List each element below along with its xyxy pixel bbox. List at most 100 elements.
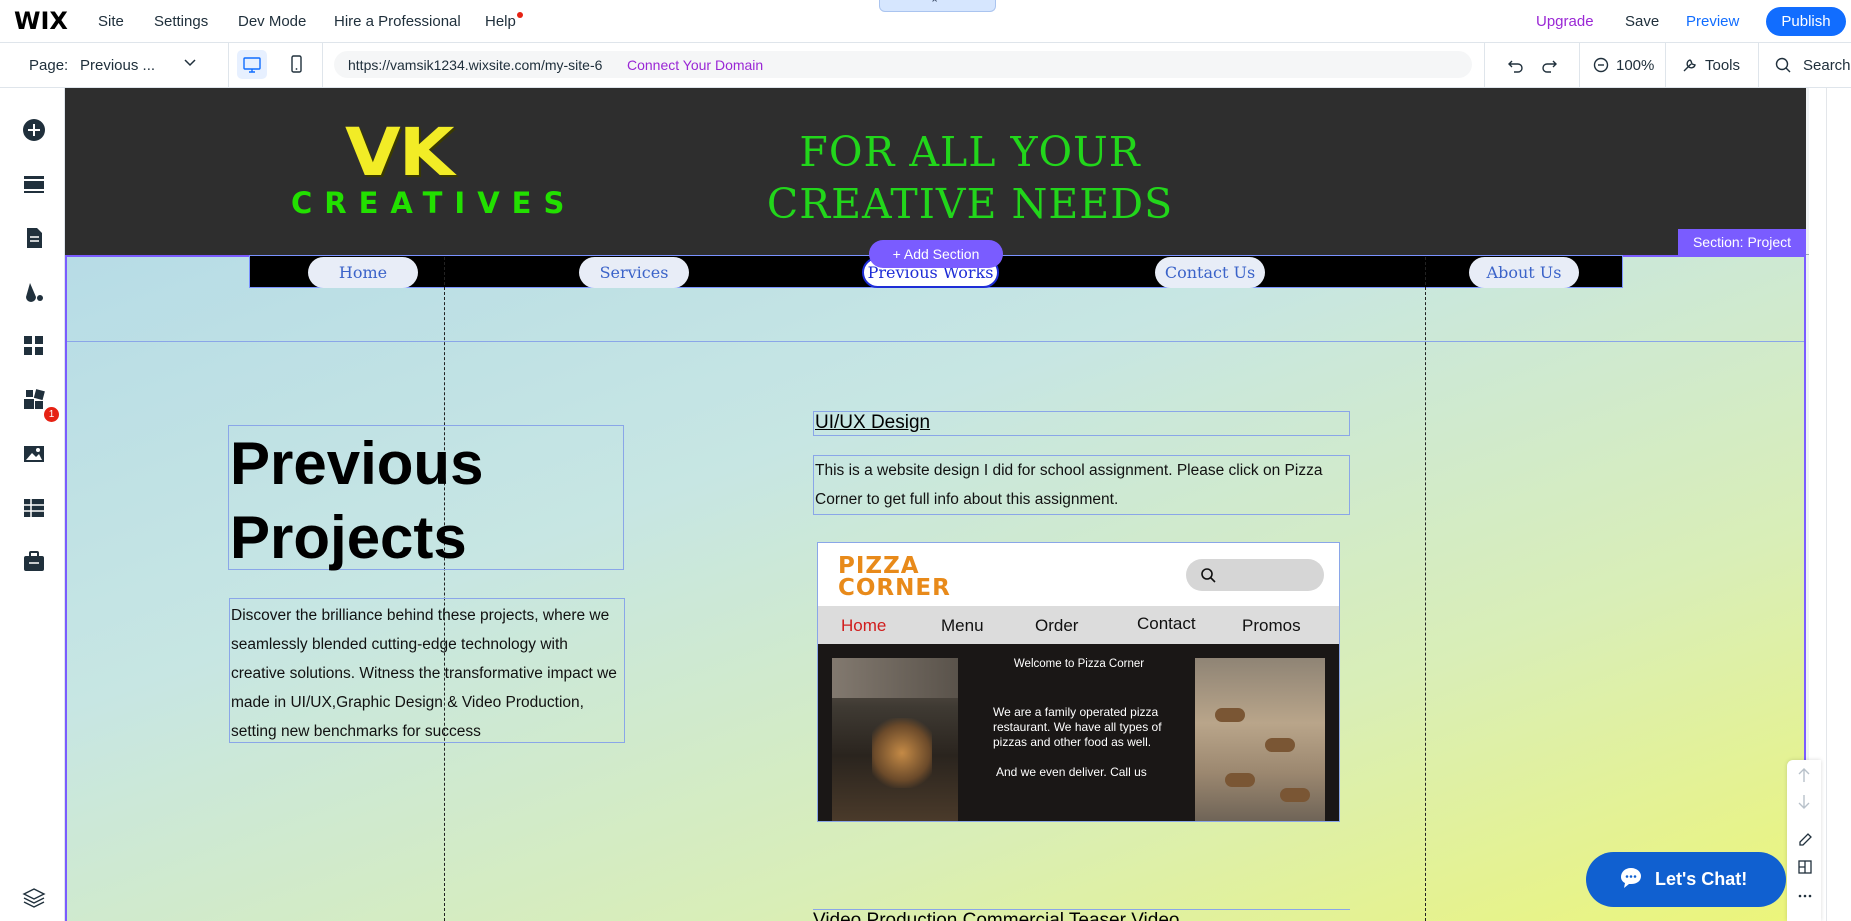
media-icon[interactable] (20, 440, 48, 468)
layout-guide-right (1425, 257, 1426, 921)
pages-icon[interactable] (20, 224, 48, 252)
divider (322, 43, 323, 87)
wix-logo[interactable]: WIX (14, 7, 68, 35)
chevron-up-icon: ⌃ (930, 0, 940, 10)
mockup-welcome-text: Welcome to Pizza Corner (1013, 658, 1145, 670)
publish-button[interactable]: Publish (1766, 7, 1846, 36)
layout-guide-horizontal (67, 341, 1804, 342)
cms-icon[interactable] (20, 494, 48, 522)
desktop-icon (243, 57, 261, 73)
canvas-scrollbar[interactable] (1826, 88, 1827, 921)
layers-icon[interactable] (20, 884, 48, 912)
add-elements-icon[interactable] (20, 116, 48, 144)
section-quick-tools (1787, 760, 1821, 921)
restaurant-exterior-photo (832, 658, 958, 821)
chevron-down-icon[interactable] (183, 55, 197, 72)
mockup-nav-contact: Contact (1137, 614, 1196, 633)
sections-icon[interactable] (20, 170, 48, 198)
business-tools-icon[interactable] (20, 386, 48, 414)
site-nav-contact-us[interactable]: Contact Us (1155, 257, 1265, 288)
help-notification-dot (517, 12, 523, 18)
mockup-search-bar (1186, 559, 1324, 591)
mockup-nav-promos: Promos (1242, 616, 1301, 635)
page-selector[interactable]: Previous ... (80, 57, 155, 74)
previous-projects-heading[interactable]: Previous Projects (228, 425, 624, 571)
divider (1758, 43, 1759, 87)
uiux-design-title[interactable]: UI/UX Design (813, 411, 1350, 436)
mockup-navigation: Home Menu Order Contact Promos (818, 606, 1339, 644)
heading-line-2: Projects (230, 504, 467, 571)
tools-button[interactable]: Tools (1705, 57, 1740, 74)
left-tool-rail: 1 (0, 88, 65, 921)
tagline-line-2: CREATIVE NEEDS (766, 180, 1174, 228)
mobile-view-button[interactable] (281, 50, 311, 79)
desktop-view-button[interactable] (237, 50, 267, 79)
menu-dev-mode[interactable]: Dev Mode (238, 13, 306, 30)
chat-label: Let's Chat! (1655, 869, 1748, 889)
site-nav-home[interactable]: Home (308, 257, 418, 288)
video-production-title[interactable]: Video Production Commercial Teaser Video (813, 909, 1350, 921)
save-button[interactable]: Save (1625, 13, 1659, 30)
connect-domain-link[interactable]: Connect Your Domain (627, 57, 763, 73)
pizza-corner-logo: PIZZA CORNER (838, 553, 951, 600)
heading-line-1: Previous (230, 430, 484, 497)
pizza-logo-line-1: PIZZA (838, 553, 920, 579)
zoom-out-icon[interactable] (1591, 51, 1611, 79)
layout-icon[interactable] (1797, 859, 1813, 879)
undo-icon[interactable] (1506, 51, 1526, 79)
mockup-nav-menu: Menu (941, 616, 984, 635)
add-section-button[interactable]: + Add Section (869, 240, 1003, 268)
vk-logo[interactable]: VK (345, 113, 455, 190)
apps-icon[interactable] (20, 332, 48, 360)
site-nav-about-us[interactable]: About Us (1469, 257, 1579, 288)
video-production-title-text: Video Production Commercial Teaser Video (813, 910, 1180, 921)
divider (1484, 43, 1485, 87)
editor-canvas: VK CREATIVES FOR ALL YOUR CREATIVE NEEDS… (65, 88, 1851, 921)
divider (1665, 43, 1666, 87)
menu-help[interactable]: Help (485, 13, 516, 30)
projects-description[interactable]: Discover the brilliance behind these pro… (229, 598, 625, 743)
search-icon[interactable] (1773, 51, 1793, 79)
design-icon[interactable] (20, 278, 48, 306)
divider (1579, 43, 1580, 87)
editor-secondary-bar: Page: Previous ... https://vamsik1234.wi… (0, 43, 1851, 88)
page-label: Page: (29, 57, 69, 74)
mockup-intro-text: We are a family operated pizza restauran… (993, 705, 1162, 749)
lets-chat-button[interactable]: Let's Chat! (1586, 852, 1786, 907)
upgrade-link[interactable]: Upgrade (1536, 13, 1594, 30)
more-actions-icon[interactable] (1797, 888, 1813, 908)
layout-guide-left (444, 257, 445, 921)
menu-settings[interactable]: Settings (154, 13, 208, 30)
arrow-up-icon[interactable] (1797, 766, 1811, 788)
search-button[interactable]: Search (1803, 57, 1851, 74)
divider (228, 43, 229, 87)
redo-icon[interactable] (1539, 51, 1559, 79)
editor-top-bar: WIX Site Settings Dev Mode Hire a Profes… (0, 0, 1851, 43)
mobile-icon (291, 55, 302, 73)
menu-hire-professional[interactable]: Hire a Professional (334, 13, 461, 30)
creatives-logo-text[interactable]: CREATIVES (291, 186, 576, 220)
site-header[interactable]: VK CREATIVES FOR ALL YOUR CREATIVE NEEDS (65, 88, 1806, 255)
pizza-corner-mockup-image[interactable]: PIZZA CORNER Home Menu Order Contact Pro… (817, 542, 1340, 822)
chat-bubble-icon (1621, 868, 1641, 888)
menu-site[interactable]: Site (98, 13, 124, 30)
site-url: https://vamsik1234.wixsite.com/my-site-6 (348, 57, 603, 73)
edit-pencil-icon[interactable] (1797, 832, 1813, 852)
tagline-line-1: FOR ALL YOUR (799, 128, 1141, 176)
restaurant-interior-photo (1195, 658, 1325, 821)
site-url-bar[interactable]: https://vamsik1234.wixsite.com/my-site-6… (334, 51, 1472, 78)
portfolio-icon[interactable] (20, 548, 48, 576)
mockup-hero: Welcome to Pizza Corner We are a family … (818, 644, 1339, 821)
search-icon (1201, 568, 1216, 583)
collapse-toolbar-tab[interactable]: ⌃ (879, 0, 996, 12)
arrow-down-icon[interactable] (1797, 793, 1811, 815)
preview-button[interactable]: Preview (1686, 13, 1739, 30)
site-nav-services[interactable]: Services (579, 257, 689, 288)
section-label-tag[interactable]: Section: Project (1678, 229, 1806, 256)
zoom-level[interactable]: 100% (1616, 57, 1654, 74)
tools-icon[interactable] (1679, 51, 1699, 79)
mockup-nav-order: Order (1035, 616, 1079, 635)
header-tagline[interactable]: FOR ALL YOUR CREATIVE NEEDS (735, 126, 1205, 230)
mockup-delivery-text: And we even deliver. Call us (996, 765, 1147, 779)
uiux-description[interactable]: This is a website design I did for schoo… (813, 455, 1350, 515)
